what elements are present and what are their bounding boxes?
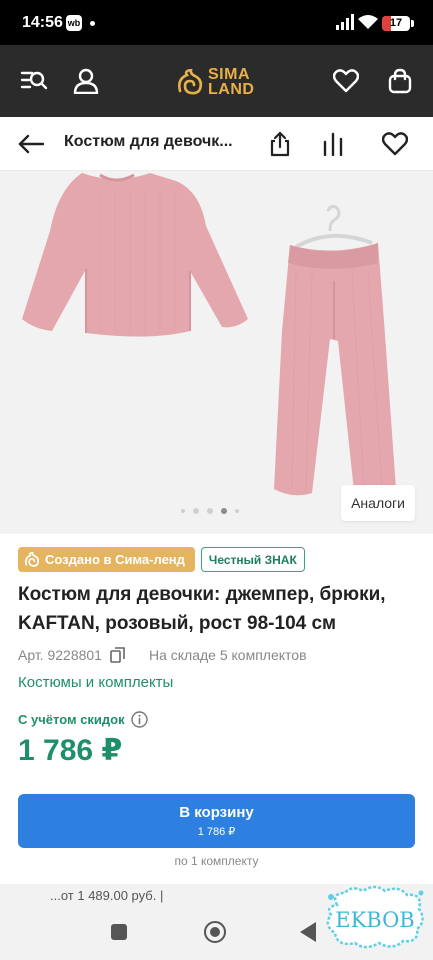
pager-dot <box>181 509 185 513</box>
pager-dot-active <box>221 508 227 514</box>
sima-land-logo[interactable]: SIMA LAND <box>176 65 254 99</box>
discount-label: С учётом скидок <box>18 711 148 728</box>
home-button[interactable] <box>204 921 226 943</box>
pants-image <box>274 243 396 496</box>
notification-dot-icon <box>90 21 95 26</box>
battery-level: 17 <box>389 17 403 29</box>
product-photo <box>22 173 396 496</box>
logo-line2: LAND <box>208 81 255 98</box>
sweater-image <box>22 173 248 337</box>
catalog-search-icon <box>20 71 48 90</box>
product-price: 1 786 ₽ <box>18 734 123 767</box>
signal-icon <box>336 14 354 30</box>
watermark-text: EKBOB <box>335 908 415 932</box>
product-gallery[interactable]: Аналоги <box>0 171 433 534</box>
badge-chestny-znak[interactable]: Честный ЗНАК <box>200 547 305 572</box>
wb-notification-icon: wb <box>66 15 82 31</box>
bottom-strip-text: ...от 1 489.00 руб. | <box>50 888 164 903</box>
add-to-cart-label: В корзину <box>179 804 254 821</box>
badge-sima-label: Создано в Сима-ленд <box>45 552 185 567</box>
compare-icon <box>323 132 343 156</box>
per-unit-note: по 1 комплекту <box>174 854 259 868</box>
badge-sima-land[interactable]: Создано в Сима-ленд <box>18 547 195 572</box>
recent-apps-button[interactable] <box>111 924 127 940</box>
pager-dot <box>207 508 213 514</box>
product-meta: Арт. 9228801 На складе 5 комплектов <box>18 647 307 663</box>
bag-icon <box>388 68 412 94</box>
status-bar: 14:56 wb 17 <box>0 0 433 45</box>
compare-button[interactable] <box>318 129 348 159</box>
discount-label-text: С учётом скидок <box>18 712 125 727</box>
share-icon <box>270 131 290 157</box>
catalog-search-button[interactable] <box>18 65 50 97</box>
pager-dot <box>193 508 199 514</box>
copy-icon <box>110 647 125 663</box>
article-number: Арт. 9228801 <box>18 647 102 663</box>
info-icon[interactable] <box>130 711 148 728</box>
hanger-image <box>294 205 373 249</box>
favorite-icon <box>382 132 408 156</box>
profile-icon <box>73 68 99 94</box>
analogs-button[interactable]: Аналоги <box>341 485 415 521</box>
gallery-pager <box>181 508 239 514</box>
wifi-icon <box>358 15 378 29</box>
add-to-cart-button[interactable]: В корзину 1 786 ₽ <box>18 794 415 848</box>
logo-line1: SIMA <box>208 66 250 83</box>
app-header: SIMA LAND <box>0 45 433 117</box>
back-button[interactable] <box>16 129 46 159</box>
page-title: Костюм для девочк... <box>64 133 233 150</box>
ekbob-watermark: EKBOB <box>326 885 424 949</box>
product-toolbar: Костюм для девочк... <box>0 117 433 171</box>
copy-article-button[interactable] <box>110 647 125 663</box>
heart-icon <box>333 69 359 93</box>
favorites-button[interactable] <box>330 65 362 97</box>
category-link[interactable]: Костюмы и комплекты <box>18 674 173 691</box>
add-to-cart-price: 1 786 ₽ <box>197 826 236 838</box>
sima-land-logo-icon <box>178 69 203 95</box>
share-button[interactable] <box>265 129 295 159</box>
back-nav-button[interactable] <box>300 922 316 942</box>
cart-header-button[interactable] <box>384 65 416 97</box>
stock-info: На складе 5 комплектов <box>148 647 307 663</box>
product-badges: Создано в Сима-ленд Честный ЗНАК <box>18 547 305 572</box>
product-title: Костюм для девочки: джемпер, брюки, KAFT… <box>18 584 386 634</box>
status-time: 14:56 <box>22 14 63 31</box>
profile-button[interactable] <box>70 65 102 97</box>
pager-dot <box>235 509 239 513</box>
back-arrow-icon <box>18 134 44 154</box>
sima-logo-icon <box>25 552 40 567</box>
favorite-button[interactable] <box>380 129 410 159</box>
battery-icon: 17 <box>382 16 414 31</box>
